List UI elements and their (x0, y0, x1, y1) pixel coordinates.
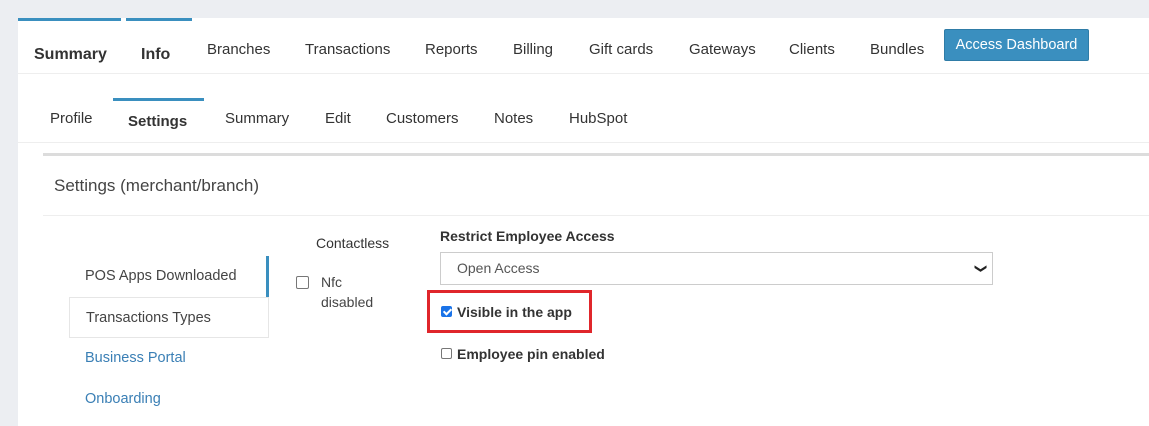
subtab-summary[interactable]: Summary (225, 98, 289, 142)
employee-pin-checkbox[interactable] (441, 348, 452, 359)
tab-info[interactable]: Info (126, 18, 192, 70)
sidetab-business-portal[interactable]: Business Portal (69, 338, 269, 379)
tab-billing[interactable]: Billing (513, 18, 553, 73)
nfc-checkbox[interactable] (296, 276, 309, 289)
restrict-access-label: Restrict Employee Access (440, 228, 615, 244)
subtab-notes[interactable]: Notes (494, 98, 533, 142)
subtab-settings[interactable]: Settings (113, 98, 204, 139)
panel-top-border (43, 153, 1149, 156)
panel-title: Settings (merchant/branch) (54, 176, 260, 195)
sidetab-transactions-types[interactable]: Transactions Types (69, 297, 269, 338)
tab-branches[interactable]: Branches (207, 18, 270, 73)
visible-in-app-checkbox[interactable] (441, 306, 452, 317)
sidetab-onboarding[interactable]: Onboarding (69, 379, 269, 420)
tab-bundles[interactable]: Bundles (870, 18, 924, 73)
subtab-hubspot[interactable]: HubSpot (569, 98, 627, 142)
tab-gift-cards[interactable]: Gift cards (589, 18, 653, 73)
top-tab-bar: Summary Info Branches Transactions Repor… (18, 18, 1149, 74)
sub-tab-bar: Profile Settings Summary Edit Customers … (18, 98, 1149, 143)
panel-divider (43, 215, 1149, 216)
tab-transactions[interactable]: Transactions (305, 18, 390, 73)
tab-summary[interactable]: Summary (18, 18, 121, 70)
chevron-down-icon: ❯ (974, 263, 989, 274)
restrict-access-select[interactable]: Open Access ❯ (440, 252, 993, 285)
main-card: Summary Info Branches Transactions Repor… (18, 18, 1149, 426)
tab-clients[interactable]: Clients (789, 18, 835, 73)
visible-in-app-label: Visible in the app (457, 304, 572, 320)
employee-pin-label: Employee pin enabled (457, 346, 605, 362)
tab-gateways[interactable]: Gateways (689, 18, 756, 73)
sidetab-pos-apps-downloaded[interactable]: POS Apps Downloaded (69, 256, 269, 297)
subtab-edit[interactable]: Edit (325, 98, 351, 142)
access-dashboard-button[interactable]: Access Dashboard (944, 29, 1089, 61)
contactless-label: Contactless (316, 235, 390, 251)
nfc-label: Nfc disabled (321, 274, 374, 310)
subtab-customers[interactable]: Customers (386, 98, 459, 142)
restrict-access-value: Open Access (457, 260, 540, 276)
tab-reports[interactable]: Reports (425, 18, 478, 73)
subtab-profile[interactable]: Profile (50, 98, 93, 142)
